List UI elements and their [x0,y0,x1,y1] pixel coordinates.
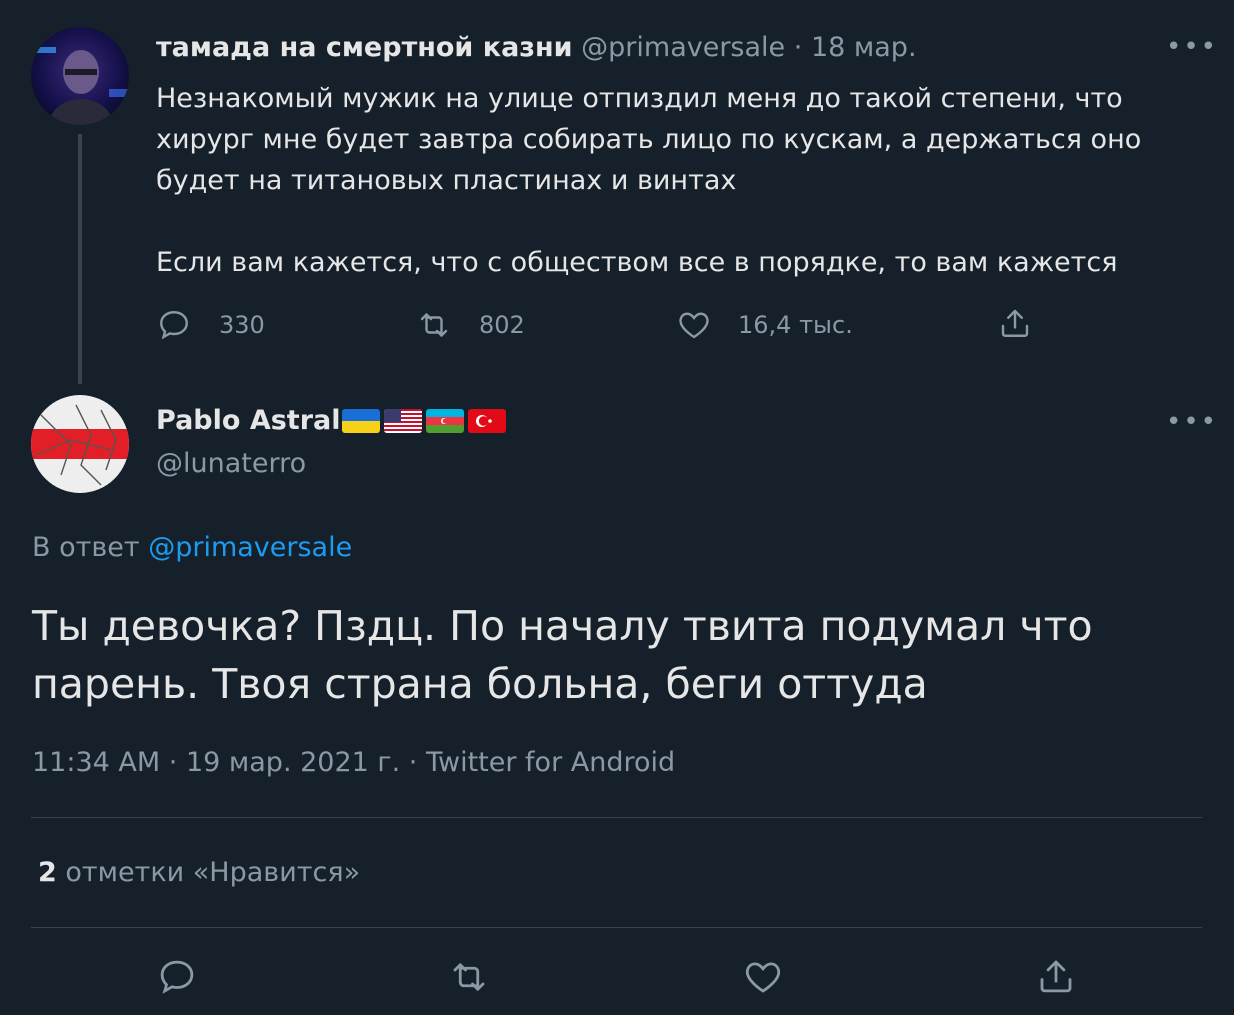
tweet-text-line: Если вам кажется, что с обществом все в … [156,247,1118,278]
separator: · [168,747,178,778]
author-handle[interactable]: @lunaterro [156,448,306,479]
tweet-text-line: Незнакомый мужик на улице отпиздил меня … [156,83,1123,114]
separator: · [408,747,418,778]
replying-to-label: В ответ [32,532,140,563]
azerbaijan-flag-icon [426,408,465,433]
share-icon[interactable] [997,305,1033,341]
parent-tweet-header: тамада на смертной казни @primaversale ·… [156,32,917,63]
tweet-text-line: Ты девочка? Пздц. По началу твита подума… [32,602,1093,650]
tweet-metadata: 11:34 AM · 19 мар. 2021 г. · Twitter for… [32,747,675,778]
tweet-date[interactable]: 19 мар. 2021 г. [186,747,400,778]
replying-to-link[interactable]: @primaversale [148,532,352,563]
retweet-icon[interactable] [415,307,453,343]
reply-tweet-text: Ты девочка? Пздц. По началу твита подума… [32,597,1093,713]
avatar-lunaterro[interactable] [31,395,129,493]
reply-icon[interactable] [156,307,192,343]
author-handle[interactable]: @primaversale [581,32,785,63]
retweet-count: 802 [479,311,525,339]
tweet-text-line: будет на титановых пластинах и винтах [156,165,737,196]
reply-author-row: Pablo Astral [156,405,507,436]
ukraine-flag-icon [342,408,381,433]
likes-label: отметки «Нравится» [65,857,361,888]
avatar-primaversale[interactable] [31,27,129,125]
separator: · [793,32,803,63]
divider [31,817,1202,818]
share-icon[interactable] [1035,954,1077,998]
replying-to: В ответ @primaversale [32,532,352,563]
reply-icon[interactable] [156,956,198,998]
likes-summary[interactable]: 2 отметки «Нравится» [38,857,360,888]
likes-count: 2 [38,857,57,888]
heart-icon[interactable] [742,956,784,998]
heart-icon[interactable] [676,307,712,343]
turkey-flag-icon [468,408,507,433]
thread-connector-line [78,134,82,384]
divider [31,927,1202,928]
parent-tweet-text: Незнакомый мужик на улице отпиздил меня … [156,78,1141,283]
author-name[interactable]: Pablo Astral [156,405,340,436]
retweet-icon[interactable] [446,956,492,998]
like-count: 16,4 тыс. [738,311,853,339]
tweet-client[interactable]: Twitter for Android [426,747,675,778]
more-horizontal-icon[interactable]: ••• [1166,409,1218,435]
tweet-text-line: парень. Твоя страна больна, беги оттуда [32,660,928,708]
usa-flag-icon [384,408,423,433]
author-name[interactable]: тамада на смертной казни [156,32,573,63]
tweet-text-line: хирург мне будет завтра собирать лицо по… [156,124,1142,155]
tweet-time[interactable]: 11:34 AM [32,747,160,778]
more-horizontal-icon[interactable]: ••• [1166,34,1218,60]
reply-count: 330 [219,311,265,339]
tweet-date[interactable]: 18 мар. [811,32,917,63]
